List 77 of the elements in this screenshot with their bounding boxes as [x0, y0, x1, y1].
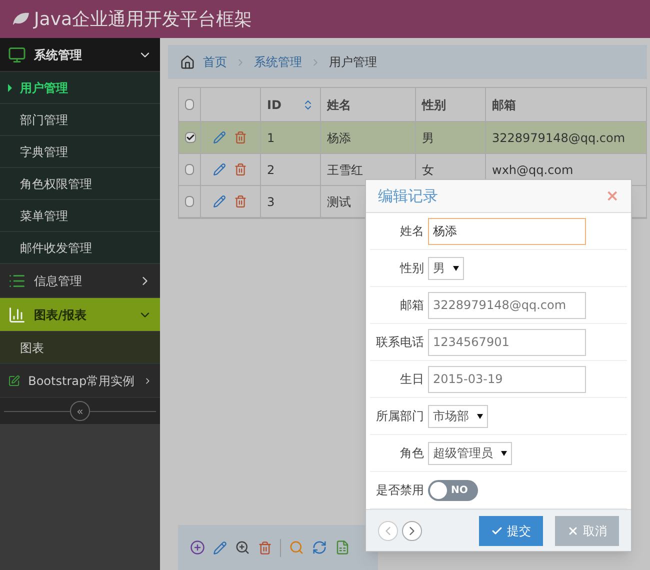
select-dropdown[interactable]: 男 — [428, 256, 464, 280]
collapse-button[interactable]: « — [70, 401, 90, 421]
sidebar-group[interactable]: 系统管理 — [0, 38, 160, 72]
refresh-icon[interactable] — [312, 540, 327, 555]
dialog-title: 编辑记录 — [378, 186, 438, 207]
table-cell-text: 测试 — [327, 194, 351, 210]
field-label: 所属部门 — [375, 408, 425, 425]
input-field[interactable]: 杨添 — [428, 218, 586, 244]
select-dropdown[interactable]: 超级管理员 — [428, 442, 512, 464]
trash-icon[interactable] — [234, 131, 247, 144]
table-cell-text: 3 — [267, 194, 275, 210]
trash-icon[interactable] — [234, 195, 247, 208]
sidebar-group[interactable]: Bootstrap常用实例 — [0, 364, 160, 398]
sidebar-item[interactable]: 部门管理 — [0, 104, 160, 136]
toggle-knob — [430, 482, 447, 498]
sidebar-group[interactable]: 图表/报表 — [0, 298, 160, 332]
checkbox[interactable] — [185, 132, 196, 143]
check-icon — [186, 133, 195, 142]
spreadsheet-icon[interactable] — [335, 540, 350, 555]
sidebar-item[interactable]: 菜单管理 — [0, 200, 160, 232]
field-label: 邮箱 — [399, 297, 425, 314]
monitor-icon — [8, 46, 26, 64]
dropdown-arrow-icon — [453, 266, 459, 270]
input-field[interactable]: 2015-03-19 — [428, 366, 586, 392]
submit-button[interactable]: 提交 — [479, 516, 543, 546]
field-label: 姓名 — [399, 223, 425, 240]
checkbox[interactable] — [185, 99, 194, 110]
check-icon — [491, 524, 503, 536]
sort-icon[interactable] — [302, 98, 314, 110]
column-header: 性别 — [422, 96, 447, 114]
previous-icon[interactable] — [378, 520, 398, 540]
table-cell-text: 1 — [267, 130, 275, 146]
input-field[interactable]: 1234567901 — [428, 328, 586, 356]
caret-icon — [8, 84, 12, 92]
pencil-icon[interactable] — [213, 195, 226, 208]
field-label: 性别 — [398, 260, 425, 277]
table-cell-text: 男 — [422, 130, 434, 146]
table-cell-text: 杨添 — [327, 130, 351, 146]
pencil-icon[interactable] — [213, 163, 226, 176]
table-cell-text: wxh@qq.com — [492, 162, 574, 178]
table-cell-text: 2 — [267, 162, 275, 178]
trash-icon[interactable] — [258, 540, 272, 554]
sidebar-item[interactable]: 角色权限管理 — [0, 168, 160, 200]
zoom-in-icon[interactable] — [235, 540, 250, 555]
table-cell-text: 王雪红 — [327, 162, 363, 178]
sidebar-group[interactable]: 信息管理 — [0, 264, 160, 298]
column-header: 邮箱 — [492, 96, 517, 114]
field-label: 角色 — [399, 445, 425, 462]
table-cell-text: 3228979148@qq.com — [492, 130, 626, 146]
field-label: 联系电话 — [375, 334, 425, 351]
next-icon[interactable] — [402, 520, 422, 540]
sidebar-item[interactable]: 字典管理 — [0, 136, 160, 168]
bar-chart-icon — [8, 306, 26, 324]
sidebar-item[interactable]: 图表 — [0, 332, 160, 364]
select-dropdown[interactable]: 市场部 — [428, 404, 488, 428]
table-cell-text: 女 — [422, 162, 434, 178]
checkbox[interactable] — [185, 196, 194, 207]
table-row[interactable]: 1 杨添 男 3228979148@qq.com — [179, 122, 646, 154]
column-header[interactable]: ID — [267, 96, 302, 114]
close-icon — [567, 524, 579, 536]
add-icon[interactable] — [190, 540, 205, 555]
sidebar-item[interactable]: 邮件收发管理 — [0, 232, 160, 264]
sidebar-item[interactable]: 用户管理 — [0, 72, 160, 104]
leaf-icon — [12, 12, 30, 26]
checkbox[interactable] — [185, 164, 194, 175]
field-label: 生日 — [399, 371, 425, 388]
input-field[interactable]: 3228979148@qq.com — [428, 292, 586, 318]
field-label: 是否禁用 — [375, 482, 425, 499]
column-header: 姓名 — [327, 96, 352, 114]
app-title: Java企业通用开发平台框架 — [34, 8, 252, 32]
trash-icon[interactable] — [234, 163, 247, 176]
pencil-icon[interactable] — [213, 131, 226, 144]
search-icon[interactable] — [289, 540, 304, 555]
pencil-icon[interactable] — [213, 540, 227, 554]
home-icon[interactable] — [180, 54, 195, 70]
dropdown-arrow-icon — [501, 450, 507, 456]
dropdown-arrow-icon — [477, 414, 483, 418]
